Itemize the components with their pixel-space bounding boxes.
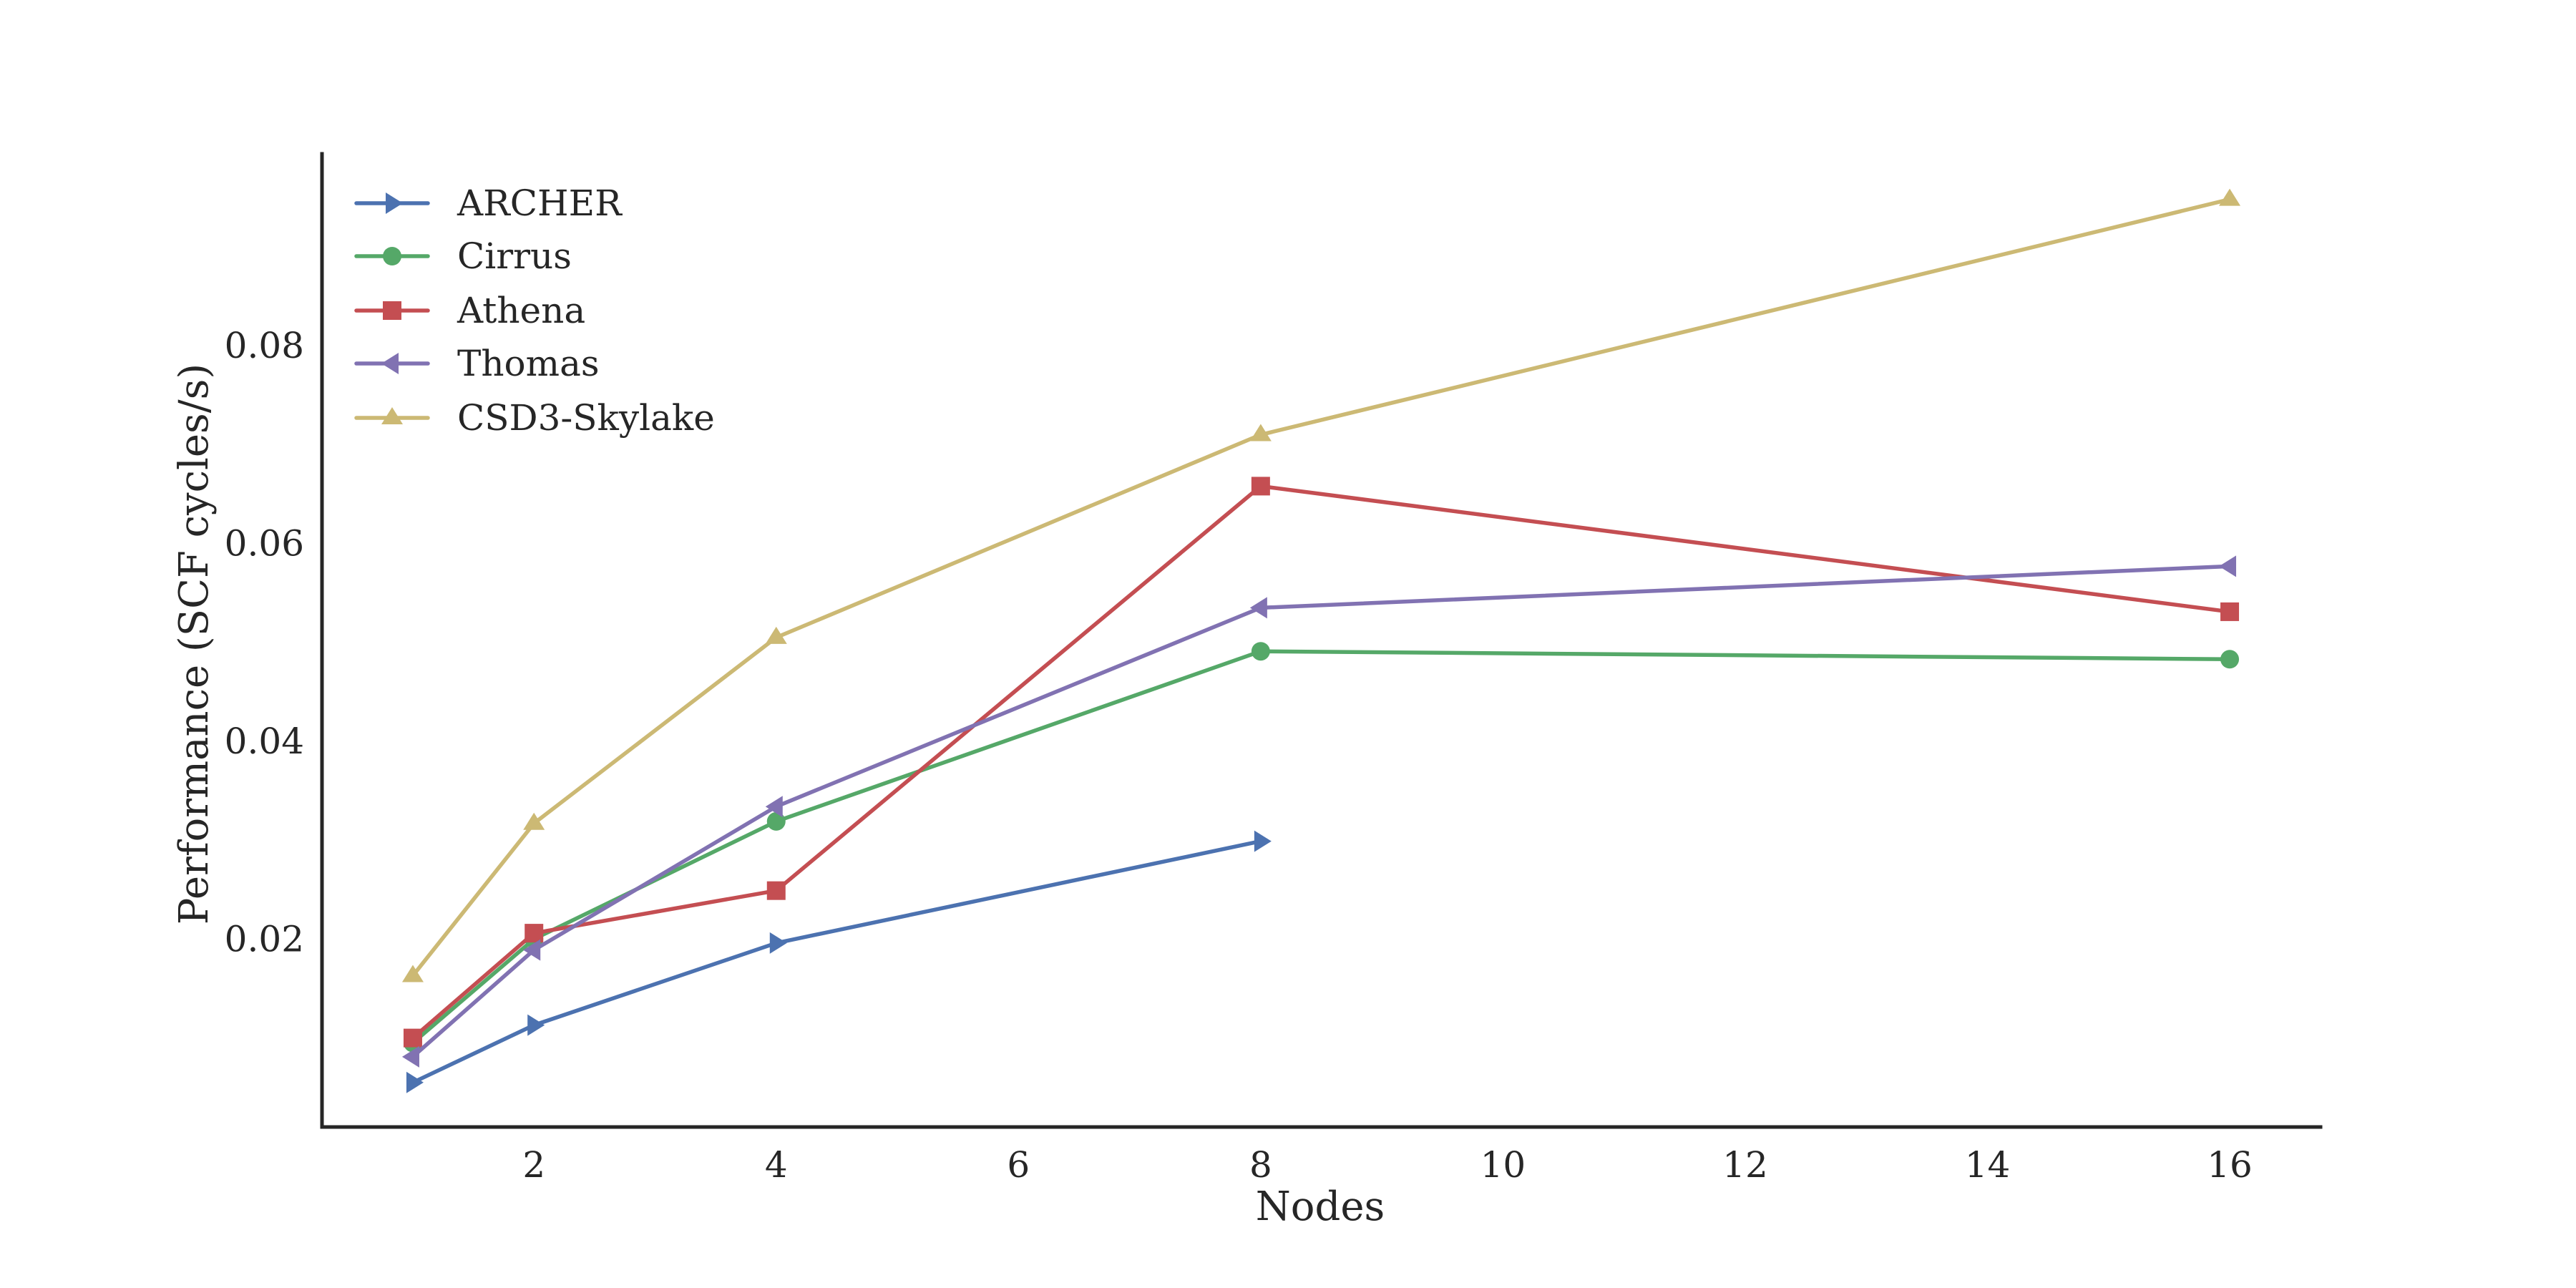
y-tick-label: 0.02 (225, 918, 304, 960)
data-point-athena (1251, 477, 1270, 496)
legend-marker-athena (383, 301, 401, 320)
data-point-csd3-skylake (2219, 188, 2241, 206)
legend-item-thomas: Thomas (354, 343, 600, 384)
y-axis-label: Performance (SCF cycles/s) (171, 364, 218, 924)
legend-item-athena: Athena (354, 290, 585, 331)
data-point-athena (525, 924, 544, 943)
legend-marker-csd3-skylake (381, 407, 403, 424)
data-point-athena (766, 881, 786, 900)
data-point-thomas (1249, 597, 1267, 619)
data-point-athena (2220, 602, 2240, 621)
legend-label: Athena (457, 290, 585, 331)
x-tick-label: 10 (1480, 1144, 1526, 1186)
x-axis-label: Nodes (1256, 1184, 1385, 1230)
x-tick-label: 4 (765, 1144, 788, 1186)
data-point-cirrus (766, 811, 786, 831)
x-tick-label: 6 (1007, 1144, 1030, 1186)
series-line-cirrus (411, 649, 2232, 1045)
legend-label: CSD3-Skylake (457, 397, 715, 439)
y-tick-label: 0.08 (225, 325, 304, 366)
legend-label: Cirrus (457, 235, 572, 277)
legend-marker-cirrus (383, 247, 401, 265)
series-thomas (401, 555, 2237, 1068)
y-tick-label: 0.04 (225, 721, 304, 762)
data-point-archer (1254, 830, 1272, 852)
x-tick-label: 16 (2207, 1144, 2253, 1186)
data-point-archer (527, 1014, 545, 1036)
y-tick-labels: 0.02 0.04 0.06 0.08 (225, 325, 304, 960)
data-point-cirrus (1251, 642, 1270, 661)
x-tick-label: 2 (522, 1144, 545, 1186)
legend-marker-thomas (381, 353, 399, 374)
legend-item-archer: ARCHER (354, 182, 623, 224)
data-point-archer (406, 1071, 424, 1093)
legend-marker-archer (386, 192, 403, 214)
series-cirrus (403, 642, 2240, 1053)
y-tick-label: 0.06 (225, 523, 304, 565)
legend-item-cirrus: Cirrus (354, 235, 572, 277)
series-layer (401, 188, 2241, 1093)
legend-item-csd3-skylake: CSD3-Skylake (354, 397, 715, 439)
x-tick-labels: 2 4 6 8 10 12 14 16 (522, 1144, 2253, 1186)
data-point-athena (403, 1028, 422, 1048)
legend: ARCHER Cirrus Athena Thomas CSD3-Skylake (354, 182, 715, 439)
data-point-cirrus (2220, 650, 2240, 669)
x-tick-label: 8 (1249, 1144, 1272, 1186)
series-line-archer (411, 839, 1263, 1085)
legend-label: Thomas (457, 343, 600, 384)
x-tick-label: 14 (1965, 1144, 2011, 1186)
series-line-athena (411, 484, 2232, 1040)
data-point-thomas (2219, 555, 2237, 577)
legend-label: ARCHER (457, 182, 623, 224)
x-tick-label: 12 (1722, 1144, 1768, 1186)
line-chart: 2 4 6 8 10 12 14 16 0.02 0.04 0.06 0.08 Nodes Perf… (171, 152, 2323, 1230)
series-line-thomas (411, 564, 2232, 1059)
data-point-archer (769, 932, 787, 954)
series-athena (403, 477, 2240, 1048)
series-archer (406, 830, 1272, 1093)
